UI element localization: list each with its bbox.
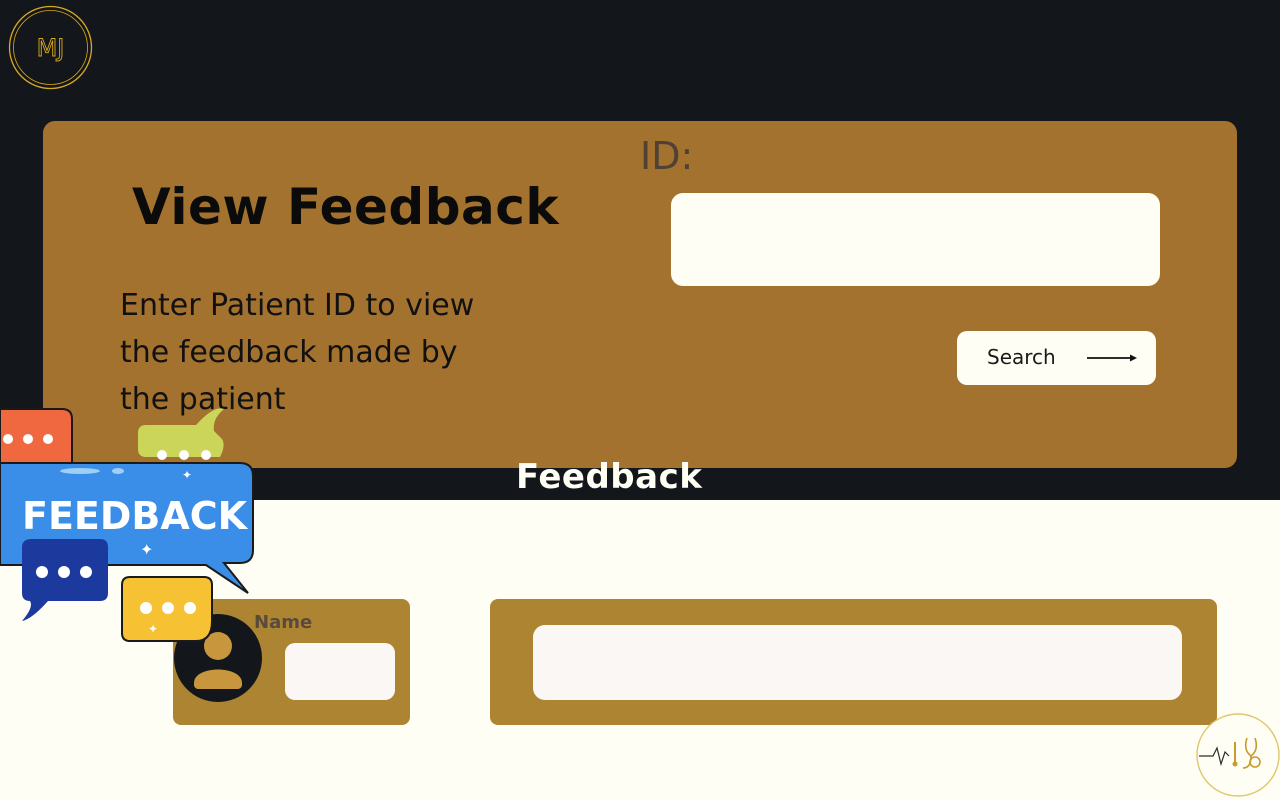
search-button-label: Search (987, 345, 1056, 369)
arrow-right-icon (1087, 354, 1137, 362)
svg-text:✦: ✦ (182, 468, 192, 482)
page-title: View Feedback (132, 178, 560, 236)
id-label: ID: (640, 134, 694, 178)
svg-text:FEEDBACK: FEEDBACK (22, 494, 249, 538)
feedback-sticker-illustration: FEEDBACK ✦ ✦ ✦ (0, 408, 254, 642)
patient-id-input[interactable] (671, 193, 1160, 286)
svg-text:MJ: MJ (37, 34, 65, 62)
stethoscope-heartbeat-icon (1196, 713, 1280, 797)
feedback-section-heading: Feedback (516, 457, 703, 497)
feedback-text-field (533, 625, 1182, 700)
search-button[interactable]: Search (957, 331, 1156, 385)
mj-logo: MJ (8, 5, 93, 90)
instructions-text: Enter Patient ID to view the feedback ma… (120, 288, 475, 417)
name-value-field (285, 643, 395, 700)
svg-text:✦: ✦ (148, 622, 158, 636)
svg-text:✦: ✦ (140, 540, 153, 559)
